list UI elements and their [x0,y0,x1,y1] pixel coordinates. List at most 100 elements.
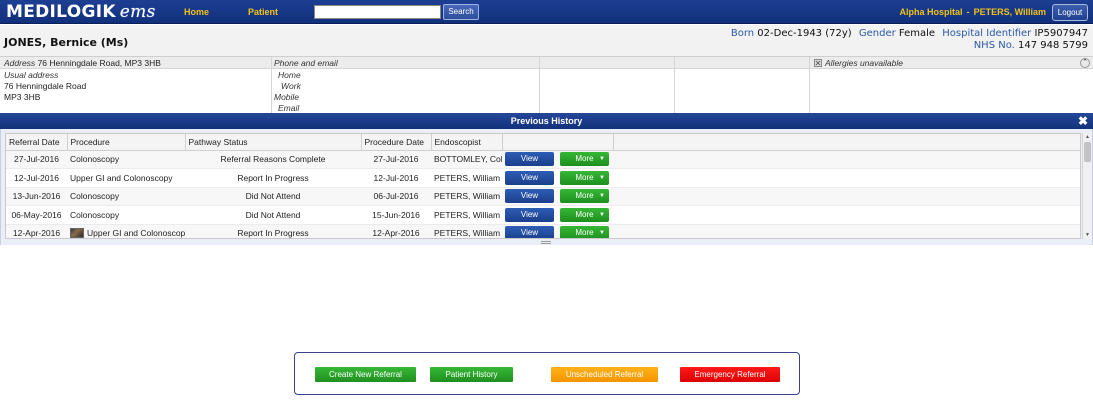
patient-demographics-row2: NHS No. 147 948 5799 [974,40,1088,51]
col-procedure[interactable]: Procedure [67,134,186,151]
actions-cell: View More ▼ [502,224,613,238]
status-cell: Did Not Attend [185,187,361,206]
phone-home-label: Home [278,70,301,80]
actions-cell: View More ▼ [502,150,613,169]
address-label: Address [4,58,36,68]
procedure-text: Upper GI and Colonoscopy [87,228,185,239]
gender-label: Gender [858,28,896,39]
view-button[interactable]: View [505,226,554,238]
hospital-id-value: IP5907947 [1034,28,1088,39]
scroll-down-arrow-icon[interactable]: ▼ [1083,231,1092,239]
procedure-date-cell: 12-Jul-2016 [361,168,431,188]
divider [674,57,675,114]
filler-cell [613,150,1080,169]
view-button[interactable]: View [505,170,554,185]
scroll-up-arrow-icon[interactable]: ▲ [1083,133,1092,141]
hospital-name: Alpha Hospital [899,7,963,17]
user-name[interactable]: PETERS, William [974,7,1046,17]
actions-cell: View More ▼ [502,187,613,206]
filler-cell [613,224,1080,238]
actions-cell: View More ▼ [502,205,613,225]
address-header: Address 76 Henningdale Road, MP3 3HB [4,58,161,68]
more-button[interactable]: More ▼ [560,189,609,204]
actions-cell: View More ▼ [502,168,613,188]
divider [539,57,540,114]
search-button[interactable]: Search [443,4,479,20]
table-row[interactable]: 13-Jun-2016 Colonoscopy Did Not Attend 0… [6,187,1080,206]
more-button[interactable]: More ▼ [560,226,609,238]
procedure-date-cell: 12-Apr-2016 [361,224,431,238]
procedure-cell: Upper GI and Colonoscopy [67,168,185,188]
status-cell: Report In Progress [185,224,361,238]
status-cell: Referral Reasons Complete [185,150,361,169]
history-table: Referral Date Procedure Pathway Status P… [6,134,1080,239]
table-row[interactable]: 12-Apr-2016 Upper GI and Colonoscopy Rep… [6,224,1080,239]
dropdown-caret-icon: ▼ [599,174,605,181]
hospital-user-info: Alpha Hospital - PETERS, William [900,7,1046,17]
allergies-text: Allergies unavailable [825,58,903,68]
procedure-date-cell: 27-Jul-2016 [361,150,431,169]
address-line2: MP3 3HB [4,92,41,102]
endoscopist-cell: PETERS, William [431,168,502,188]
table-row[interactable]: 12-Jul-2016 Upper GI and Colonoscopy Rep… [6,168,1080,188]
phone-email-header: Phone and email [274,58,338,68]
create-new-referral-button[interactable]: Create New Referral [315,367,416,382]
dropdown-caret-icon: ▼ [599,211,605,218]
medilogik-logo[interactable]: MEDILOGIK ems [6,2,156,22]
view-button[interactable]: View [505,189,554,204]
view-button[interactable]: View [505,152,554,167]
col-pathway-status[interactable]: Pathway Status [185,134,362,151]
patient-demographics-row1: Born 02-Dec-1943 (72y) Gender Female Hos… [731,28,1088,39]
procedure-image-thumbnail[interactable] [70,228,84,238]
nav-patient-link[interactable]: Patient [248,7,278,17]
resize-grip-icon[interactable] [541,241,551,244]
emergency-referral-button[interactable]: Emergency Referral [680,367,780,382]
procedure-date-cell: 15-Jun-2016 [361,205,431,225]
more-button[interactable]: More ▼ [560,152,609,167]
table-row[interactable]: 27-Jul-2016 Colonoscopy Referral Reasons… [6,150,1080,169]
more-label: More [575,228,594,238]
hospital-id-label: Hospital Identifier [942,28,1032,39]
dropdown-caret-icon: ▼ [599,193,605,200]
patient-banner: JONES, Bernice (Ms) Born 02-Dec-1943 (72… [0,25,1093,56]
divider [809,57,810,114]
address-line1: 76 Henningdale Road [4,81,87,91]
col-endoscopist[interactable]: Endoscopist [431,134,503,151]
procedure-date-cell: 06-Jul-2016 [361,187,431,206]
search-input[interactable] [314,5,441,19]
nhs-value: 147 948 5799 [1018,40,1088,51]
status-cell: Did Not Attend [185,205,361,225]
patient-name: JONES, Bernice (Ms) [4,36,129,49]
nav-home-link[interactable]: Home [184,7,209,17]
history-table-container[interactable]: Referral Date Procedure Pathway Status P… [5,133,1081,239]
more-label: More [575,154,594,164]
patient-history-button[interactable]: Patient History [430,367,513,382]
filler-cell [613,187,1080,206]
more-button[interactable]: More ▼ [560,170,609,185]
table-header-row: Referral Date Procedure Pathway Status P… [6,134,1080,151]
previous-history-header: Previous History ✖ [0,113,1093,129]
more-label: More [575,172,594,182]
view-button[interactable]: View [505,207,554,222]
divider [271,57,272,114]
collapse-chevron-icon[interactable]: ⌃ [1080,58,1090,68]
referral-action-bar: Create New Referral Patient History Unsc… [294,352,800,395]
history-scrollbar[interactable]: ▲ ▼ [1082,133,1091,239]
scroll-thumb[interactable] [1084,142,1091,162]
filler-cell [613,168,1080,188]
col-procedure-date[interactable]: Procedure Date [361,134,432,151]
procedure-cell: Colonoscopy [67,150,185,169]
unscheduled-referral-button[interactable]: Unscheduled Referral [551,367,658,382]
col-actions [502,134,614,151]
col-referral-date[interactable]: Referral Date [6,134,68,151]
status-cell: Report In Progress [185,168,361,188]
table-row[interactable]: 06-May-2016 Colonoscopy Did Not Attend 1… [6,205,1080,225]
more-button[interactable]: More ▼ [560,207,609,222]
address-panel: Address 76 Henningdale Road, MP3 3HB Pho… [0,56,1093,114]
logo-ems-text: ems [119,2,156,22]
dropdown-caret-icon: ▼ [599,156,605,163]
phone-mobile-label: Mobile [274,92,300,102]
close-icon[interactable]: ✖ [1078,114,1088,128]
dropdown-caret-icon: ▼ [599,230,605,237]
logout-button[interactable]: Logout [1052,4,1088,21]
